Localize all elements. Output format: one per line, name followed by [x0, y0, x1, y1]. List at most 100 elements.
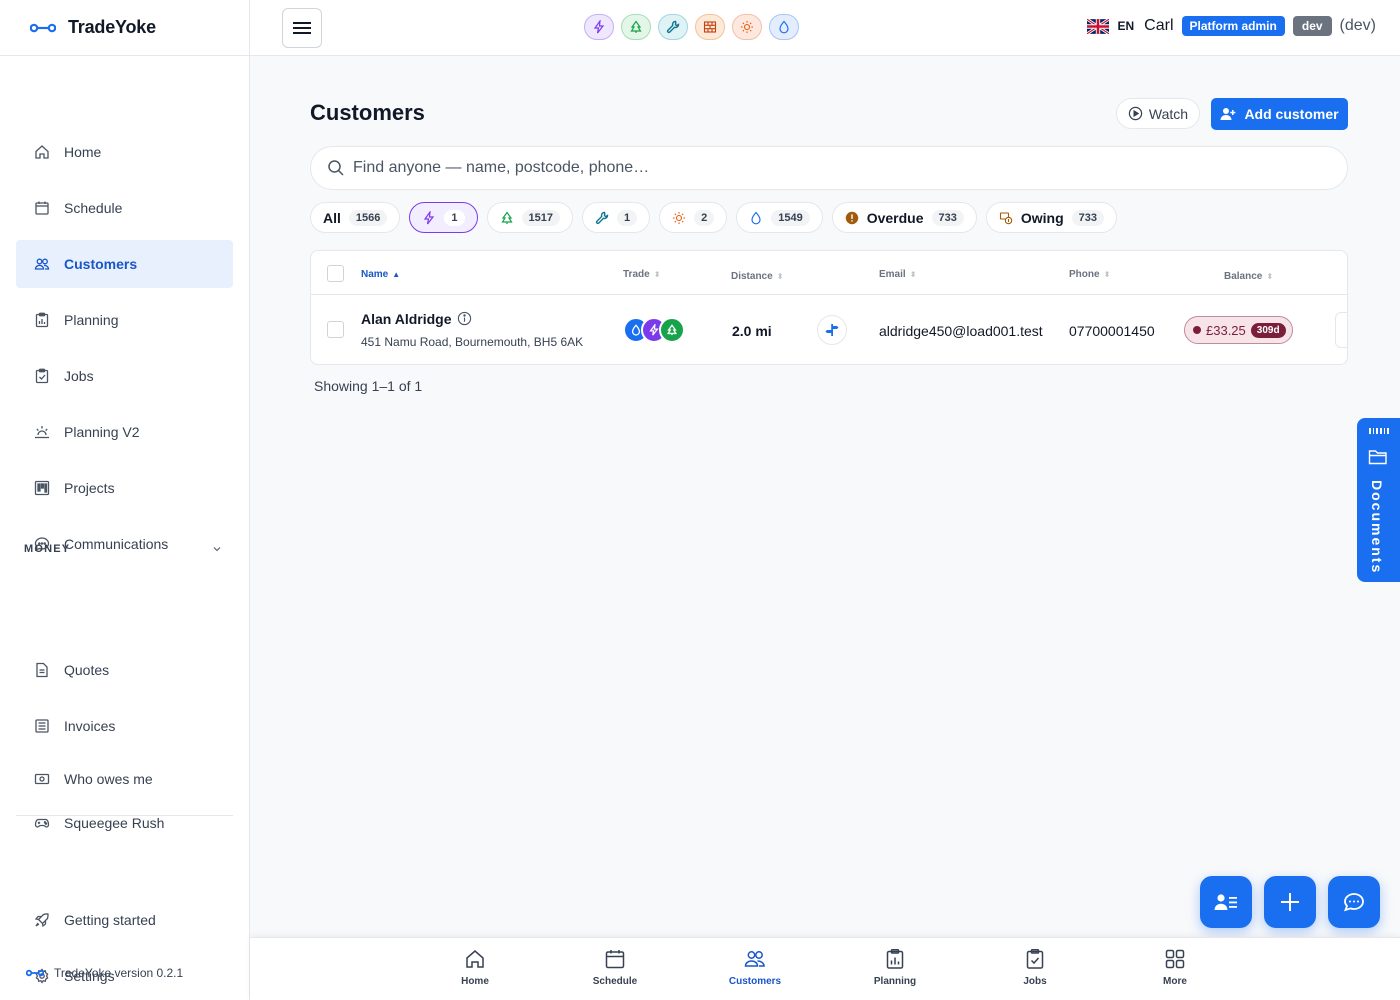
- sidebar-item-who-owes-me[interactable]: Who owes me: [16, 757, 233, 785]
- sort-icon: ⬍: [1103, 270, 1111, 279]
- sidebar-item-schedule[interactable]: Schedule: [16, 184, 233, 232]
- bottom-nav-customers[interactable]: Customers: [715, 948, 795, 987]
- filter-label: All: [323, 209, 341, 226]
- create-fab[interactable]: [1264, 876, 1316, 928]
- add-customer-button[interactable]: Add customer: [1211, 98, 1348, 130]
- sidebar-item-projects[interactable]: Projects: [16, 464, 233, 512]
- watch-label: Watch: [1148, 105, 1189, 122]
- sidebar-item-label: Customers: [64, 256, 138, 272]
- column-header-name[interactable]: Name ▲: [361, 269, 400, 280]
- customers-table: Name ▲ Trade ⬍ Distance ⬍ Email ⬍ Phone …: [310, 250, 1348, 365]
- hamburger-icon: [293, 22, 311, 34]
- user-name[interactable]: Carl: [1144, 17, 1173, 35]
- play-circle-icon: [1128, 106, 1143, 121]
- bottom-nav-label: Planning: [873, 976, 917, 987]
- tree-icon: [630, 20, 642, 33]
- bottom-nav-label: Customers: [728, 976, 782, 987]
- sidebar-item-squeegee-rush[interactable]: Squeegee Rush: [16, 799, 233, 847]
- column-header-trade[interactable]: Trade ⬍: [623, 269, 660, 280]
- column-header-balance[interactable]: Balance ⬍: [1224, 271, 1273, 282]
- table-row[interactable]: Alan Aldridge 451 Namu Road, Bournemouth…: [311, 295, 1347, 364]
- invoice-icon: [35, 719, 49, 733]
- pagination-summary: Showing 1–1 of 1: [314, 378, 423, 394]
- filter-owing[interactable]: Owing 733: [985, 202, 1118, 233]
- filter-overdue[interactable]: Overdue 733: [831, 202, 977, 233]
- trade-pill-wrench[interactable]: [658, 14, 688, 40]
- customer-phone[interactable]: 07700001450: [1069, 323, 1155, 339]
- filter-wrench[interactable]: 1: [581, 202, 651, 233]
- contact-list-icon: [1214, 894, 1237, 910]
- column-header-distance[interactable]: Distance ⬍: [731, 271, 783, 282]
- sidebar-item-quotes[interactable]: Quotes: [16, 646, 233, 694]
- filter-droplet[interactable]: 1549: [736, 202, 823, 233]
- filter-electrical[interactable]: 1: [409, 202, 478, 233]
- filter-count: 2: [694, 209, 715, 226]
- money-section-toggle[interactable]: MONEY: [24, 543, 70, 555]
- chat-fab[interactable]: [1328, 876, 1380, 928]
- trade-pill-sun[interactable]: [732, 14, 762, 40]
- customer-name[interactable]: Alan Aldridge: [361, 311, 452, 327]
- uk-flag-icon[interactable]: [1087, 18, 1110, 34]
- sidebar-item-label: Who owes me: [64, 771, 153, 785]
- menu-button[interactable]: [282, 8, 322, 48]
- top-bar: EN Carl Platform admin dev (dev): [250, 0, 1400, 56]
- bottom-nav-planning[interactable]: Planning: [855, 948, 935, 987]
- row-checkbox[interactable]: [327, 321, 344, 338]
- alert-icon: [845, 211, 858, 224]
- sidebar-item-invoices[interactable]: Invoices: [16, 702, 233, 750]
- select-all-checkbox[interactable]: [327, 265, 344, 282]
- sort-asc-icon: ▲: [392, 270, 401, 279]
- sidebar-item-label: Getting started: [64, 912, 156, 928]
- language-selector[interactable]: EN: [1117, 19, 1134, 33]
- folder-icon: [1368, 450, 1387, 465]
- plus-icon: [1281, 893, 1299, 911]
- bottom-nav-home[interactable]: Home: [435, 948, 515, 987]
- planning-icon: [886, 949, 904, 969]
- column-header-email[interactable]: Email ⬍: [879, 269, 916, 280]
- filter-chips: All 1566 1 1517 1 2 1549 Overdue 733 Owi…: [310, 202, 1118, 233]
- version-label: TradeYoke version 0.2.1: [54, 966, 184, 980]
- filter-tree[interactable]: 1517: [486, 202, 573, 233]
- sidebar-item-jobs[interactable]: Jobs: [16, 352, 233, 400]
- overdue-dot: [1193, 326, 1201, 334]
- brand-name: TradeYoke: [68, 17, 156, 37]
- filter-sun[interactable]: 2: [659, 202, 728, 233]
- bottom-nav-schedule[interactable]: Schedule: [575, 948, 655, 987]
- add-user-icon: [1220, 108, 1236, 120]
- droplet-icon: [751, 211, 761, 224]
- search-input[interactable]: [353, 159, 1253, 177]
- money-icon: [34, 773, 50, 785]
- documents-tab[interactable]: Documents: [1357, 418, 1400, 582]
- row-actions-button[interactable]: [1335, 312, 1347, 348]
- brand[interactable]: TradeYoke: [0, 0, 249, 56]
- chevron-down-icon[interactable]: [211, 543, 223, 555]
- trade-pill-brick[interactable]: [695, 14, 725, 40]
- contacts-fab[interactable]: [1200, 876, 1252, 928]
- watch-button[interactable]: Watch: [1116, 98, 1200, 129]
- customer-address: 451 Namu Road, Bournemouth, BH5 6AK: [361, 335, 584, 349]
- bottom-nav-label: More: [1163, 976, 1187, 987]
- trade-pill-tree[interactable]: [621, 14, 651, 40]
- trade-pill-droplet[interactable]: [769, 14, 799, 40]
- bottom-nav: Home Schedule Customers Planning Jobs Mo…: [250, 937, 1400, 1000]
- sidebar-item-home[interactable]: Home: [16, 128, 233, 176]
- bottom-nav-more[interactable]: More: [1135, 948, 1215, 987]
- trade-pill-lightning[interactable]: [584, 14, 614, 40]
- bottom-nav-jobs[interactable]: Jobs: [995, 948, 1075, 987]
- sidebar-item-planning-v2[interactable]: Planning V2: [16, 408, 233, 456]
- documents-label: Documents: [1369, 480, 1385, 575]
- env-badge: dev: [1292, 16, 1332, 36]
- directions-button[interactable]: [817, 315, 847, 345]
- customer-email[interactable]: aldridge450@load001.test: [879, 323, 1043, 339]
- sidebar-item-customers[interactable]: Customers: [16, 240, 233, 288]
- droplet-icon: [779, 20, 789, 34]
- column-header-phone[interactable]: Phone ⬍: [1069, 269, 1110, 280]
- sidebar-item-getting-started[interactable]: Getting started: [16, 896, 233, 944]
- sidebar-item-planning[interactable]: Planning: [16, 296, 233, 344]
- balance-badge[interactable]: £33.25 309d: [1184, 316, 1293, 344]
- grid-icon: [1165, 949, 1185, 969]
- calendar-icon: [605, 950, 625, 969]
- drag-handle[interactable]: [1369, 428, 1390, 434]
- info-icon[interactable]: [457, 311, 472, 326]
- filter-all[interactable]: All 1566: [310, 202, 401, 233]
